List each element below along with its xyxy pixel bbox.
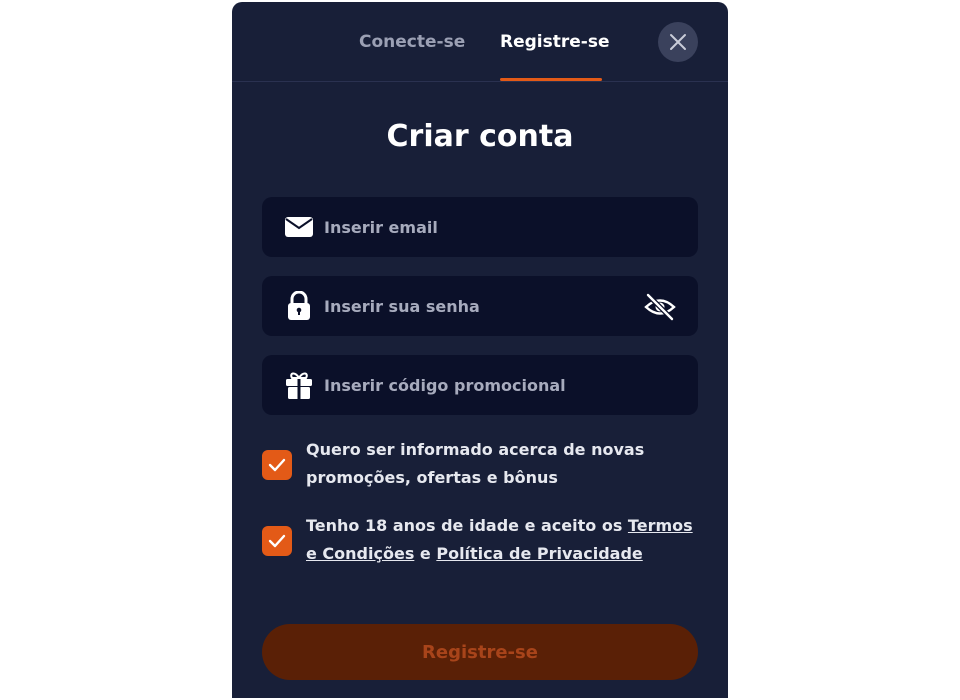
privacy-policy-link[interactable]: Política de Privacidade — [436, 544, 642, 563]
lock-icon — [284, 291, 314, 321]
promo-code-input[interactable] — [324, 355, 634, 415]
email-field-container — [262, 197, 698, 257]
envelope-icon — [284, 212, 314, 242]
age-consent-connector: e — [414, 544, 437, 563]
marketing-consent-checkbox[interactable] — [262, 450, 292, 480]
auth-tabs: Conecte-se Registre-se — [232, 2, 728, 82]
age-consent-label: Tenho 18 anos de idade e aceito os Termo… — [306, 512, 702, 568]
toggle-password-visibility-button[interactable] — [644, 291, 676, 323]
eye-off-icon — [644, 292, 676, 322]
age-consent-text: Tenho 18 anos de idade e aceito os — [306, 516, 628, 535]
tab-login[interactable]: Conecte-se — [359, 32, 465, 52]
close-button[interactable] — [658, 22, 698, 62]
register-modal: Conecte-se Registre-se Criar conta Inser… — [232, 2, 728, 698]
email-input[interactable] — [324, 197, 634, 257]
check-icon — [268, 534, 286, 548]
close-icon — [670, 34, 686, 50]
marketing-consent-label: Quero ser informado acerca de novas prom… — [306, 440, 645, 487]
password-input[interactable] — [324, 276, 634, 336]
tab-register[interactable]: Registre-se — [500, 32, 609, 52]
age-consent-checkbox[interactable] — [262, 526, 292, 556]
active-tab-indicator — [500, 78, 602, 81]
register-submit-button[interactable]: Registre-se — [262, 624, 698, 680]
gift-icon — [284, 370, 314, 400]
password-field-container — [262, 276, 698, 336]
promo-field-container — [262, 355, 698, 415]
page-title: Criar conta — [386, 119, 574, 154]
check-icon — [268, 458, 286, 472]
